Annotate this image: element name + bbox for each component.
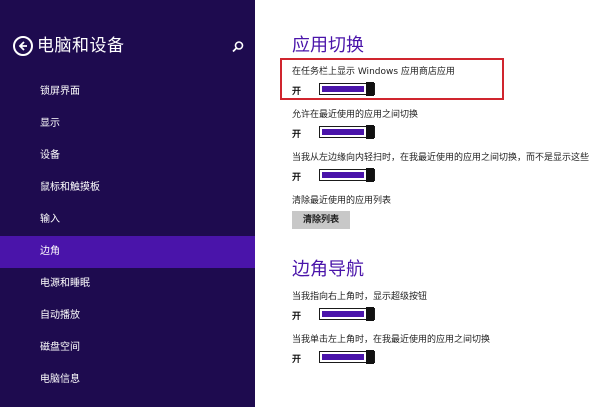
setting-label: 当我单击左上角时，在我最近使用的应用之间切换 [292,335,491,345]
sidebar-item-display[interactable]: 显示 [0,108,255,140]
setting-label: 允许在最近使用的应用之间切换 [292,110,419,120]
setting-allow-switching-recent-apps: 允许在最近使用的应用之间切换 开 [292,109,600,141]
setting-label: 清除最近使用的应用列表 [292,196,392,206]
sidebar-item-lock-screen[interactable]: 锁屏界面 [0,76,255,108]
sidebar-item-autoplay[interactable]: 自动播放 [0,300,255,332]
back-arrow-icon[interactable] [13,36,33,56]
sidebar-item-pc-info[interactable]: 电脑信息 [0,364,255,396]
toggle-row: 开 [292,168,600,184]
setting-label: 在任务栏上显示 Windows 应用商店应用 [292,67,455,77]
sidebar-item-typing[interactable]: 输入 [0,204,255,236]
sidebar-header: 电脑和设备 [13,34,245,60]
toggle-thumb[interactable] [366,168,374,182]
toggle-row: 开 [292,350,600,366]
sidebar-item-mouse-touchpad[interactable]: 鼠标和触摸板 [0,172,255,204]
section-title-corner-navigation: 边角导航 [292,259,364,280]
toggle-row: 开 [292,307,600,323]
toggle-switch[interactable] [319,125,375,139]
page-title: 电脑和设备 [37,36,125,56]
sidebar-item-corners-edges[interactable]: 边角 [0,236,255,268]
setting-label: 当我指向右上角时，显示超级按钮 [292,292,428,302]
toggle-thumb[interactable] [366,350,374,364]
toggle-state: 开 [292,130,302,140]
toggle-state: 开 [292,87,302,97]
clear-list-button[interactable]: 清除列表 [292,211,350,229]
search-icon[interactable] [231,39,245,53]
setting-top-left-switch-apps: 当我单击左上角时，在我最近使用的应用之间切换 开 [292,334,600,366]
toggle-switch[interactable] [319,82,375,96]
sidebar-nav: 锁屏界面 显示 设备 鼠标和触摸板 输入 边角 电源和睡眠 自动播放 磁盘空间 … [0,76,255,396]
setting-clear-recent-apps: 清除最近使用的应用列表 清除列表 [292,195,600,231]
toggle-switch[interactable] [319,168,375,182]
setting-show-store-apps-taskbar: 在任务栏上显示 Windows 应用商店应用 开 [292,66,600,98]
sidebar-item-disk-space[interactable]: 磁盘空间 [0,332,255,364]
setting-left-edge-swipe-switch: 当我从左边缘向内轻扫时，在我最近使用的应用之间切换，而不是显示这些 开 [292,152,600,184]
setting-top-right-charms: 当我指向右上角时，显示超级按钮 开 [292,291,600,323]
toggle-thumb[interactable] [366,307,374,321]
section-title-app-switching: 应用切换 [292,35,364,56]
sidebar-item-devices[interactable]: 设备 [0,140,255,172]
toggle-switch[interactable] [319,350,375,364]
toggle-switch[interactable] [319,307,375,321]
toggle-state: 开 [292,173,302,183]
toggle-thumb[interactable] [366,125,374,139]
sidebar: 电脑和设备 锁屏界面 显示 设备 鼠标和触摸板 输入 边角 电源和睡眠 自动播放… [0,0,255,407]
toggle-state: 开 [292,312,302,322]
toggle-state: 开 [292,355,302,365]
setting-label: 当我从左边缘向内轻扫时，在我最近使用的应用之间切换，而不是显示这些 [292,153,590,163]
sidebar-item-power-sleep[interactable]: 电源和睡眠 [0,268,255,300]
toggle-thumb[interactable] [366,82,374,96]
settings-pane: 应用切换 在任务栏上显示 Windows 应用商店应用 开 允许在最近使用的应用… [255,0,600,407]
toggle-row: 开 [292,125,600,141]
toggle-row: 开 [292,82,600,98]
